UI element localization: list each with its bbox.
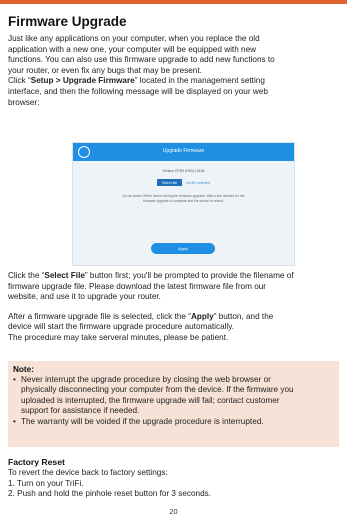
instruction-line: device will start the firmware upgrade p… [8, 322, 235, 332]
top-accent-bar [0, 0, 347, 4]
note-box: Note: • Never interrupt the upgrade proc… [8, 361, 339, 447]
reset-step: 1. Turn on your TriFi. [8, 478, 84, 488]
note-line: uploaded is interrupted, the firmware up… [21, 395, 280, 405]
intro-line: ” located in the management setting [134, 76, 265, 86]
select-file-paragraph: Click the “Select File” button first; yo… [8, 271, 343, 303]
factory-reset-section: Factory Reset To revert the device back … [8, 457, 339, 500]
warning-line: Do not power off the device during the f… [122, 194, 245, 198]
intro-line: interface, and then the following messag… [8, 86, 268, 96]
intro-paragraph: Just like any applications on your compu… [8, 34, 339, 108]
note-line: The warranty will be voided if the upgra… [21, 416, 264, 426]
intro-line: application with a new one, your compute… [8, 44, 257, 54]
screenshot-header: Upgrade Firmware [73, 143, 294, 161]
note-line: physically disconnecting your computer f… [21, 385, 294, 395]
screenshot-title: Upgrade Firmware [162, 148, 205, 154]
upgrade-warning: Do not power off the device during the f… [99, 194, 269, 203]
bullet-icon: • [13, 375, 16, 384]
instructions-section: Click the “Select File” button first; yo… [8, 271, 343, 344]
firmware-version: Version RTB3 (H00) 10126 [162, 169, 205, 173]
menu-path-bold: Setup > Upgrade Firmware [30, 76, 135, 86]
select-file-button[interactable]: Select file [156, 179, 183, 186]
intro-line: Just like any applications on your compu… [8, 34, 260, 43]
intro-line: functions. You can also use this firmwar… [8, 55, 275, 65]
intro-line: Click “ [8, 76, 31, 86]
reset-step: 2. Push and hold the pinhole reset butto… [8, 489, 212, 499]
intro-section: Firmware Upgrade Just like any applicati… [8, 14, 339, 108]
screenshot-body: Version RTB3 (H00) 10126 Select file No … [73, 169, 294, 203]
intro-line: browser: [8, 97, 40, 107]
note-list: • Never interrupt the upgrade procedure … [13, 375, 334, 427]
instruction-line: ” button, and the [213, 311, 274, 321]
bullet-icon: • [13, 416, 16, 426]
reset-intro: To revert the device back to factory set… [8, 468, 168, 477]
note-item: • Never interrupt the upgrade procedure … [13, 375, 334, 417]
note-line: support for assistance if needed. [21, 406, 140, 416]
warning-line: firmware upgrade to complete and the dev… [143, 198, 224, 203]
instruction-line: ” button first; you'll be prompted to pr… [84, 271, 294, 280]
select-file-bold: Select File [44, 271, 85, 280]
instruction-line: firmware upgrade file. Please download t… [8, 281, 267, 291]
note-title: Note: [13, 365, 34, 374]
factory-reset-steps: To revert the device back to factory set… [8, 468, 339, 500]
instruction-line: The procedure may take serveral minutes,… [8, 332, 229, 342]
file-select-row: Select file No file selected [73, 179, 294, 186]
note-line: Never interrupt the upgrade procedure by… [21, 375, 271, 384]
instruction-line: Click the “ [8, 271, 45, 280]
instruction-line: website, and use it to upgrade your rout… [8, 292, 161, 302]
firmware-screenshot: Upgrade Firmware Version RTB3 (H00) 1012… [72, 142, 295, 266]
instruction-line: After a firmware upgrade file is selecte… [8, 311, 191, 321]
note-item: • The warranty will be voided if the upg… [13, 417, 334, 427]
apply-bold: Apply [190, 311, 214, 321]
page-title: Firmware Upgrade [8, 14, 127, 29]
page-number: 20 [169, 507, 178, 516]
apply-button[interactable]: Apply [151, 243, 215, 254]
apply-paragraph: After a firmware upgrade file is selecte… [8, 312, 343, 344]
no-file-label: No file selected [186, 180, 211, 185]
intro-line: your router, or even fix any bugs that m… [8, 65, 202, 75]
factory-reset-title: Factory Reset [8, 457, 65, 467]
